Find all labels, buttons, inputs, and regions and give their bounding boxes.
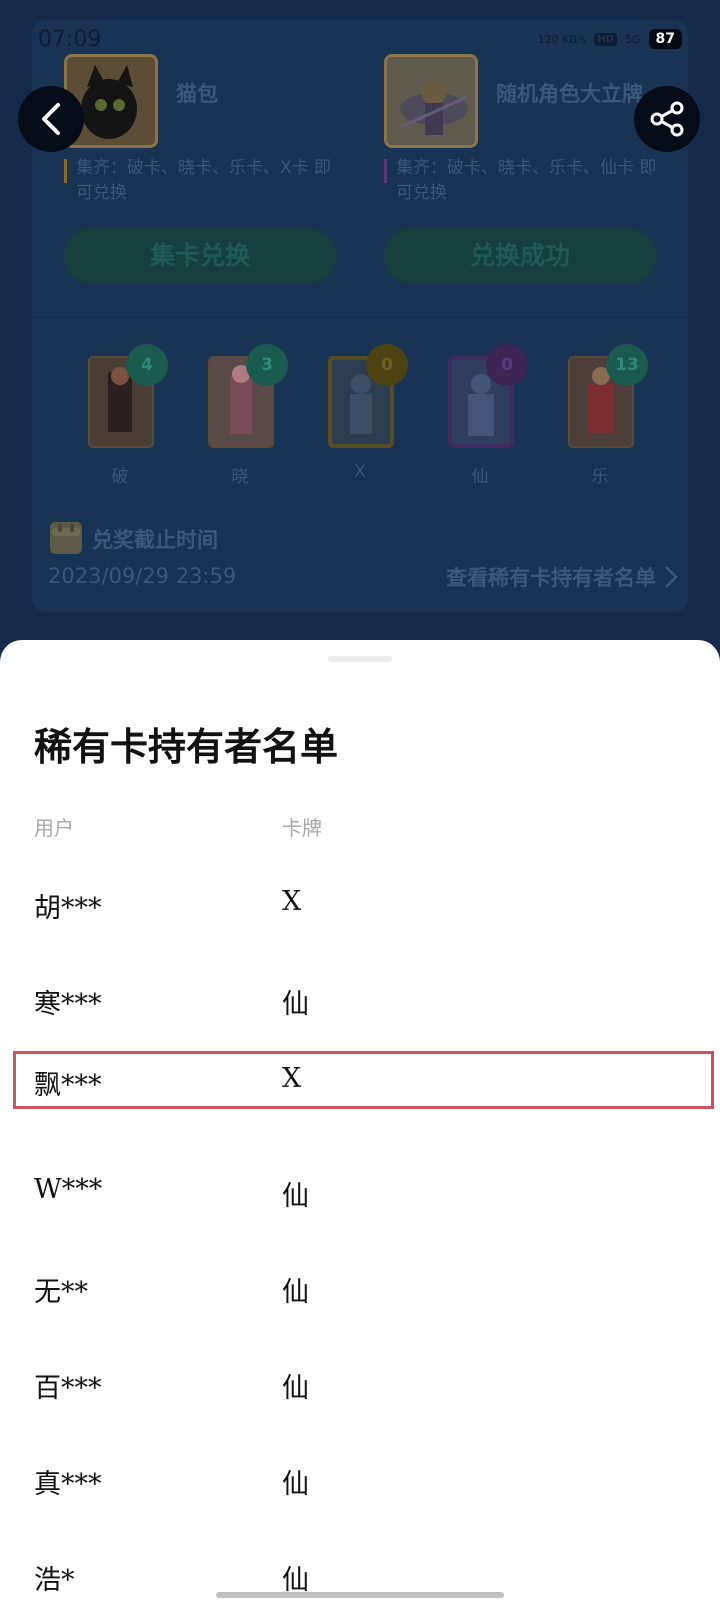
- card-count-badge: 13: [606, 344, 648, 386]
- column-header-card: 卡牌: [282, 816, 322, 840]
- sheet-drag-handle[interactable]: [328, 656, 392, 662]
- table-row: 浩* 仙: [0, 1528, 720, 1600]
- prize-card-standee: 随机角色大立牌 集齐：破卡、晓卡、乐卡、仙卡 即可兑换 兑换成功: [360, 40, 676, 304]
- holder-card: 仙: [282, 989, 309, 1020]
- table-row: 无** 仙: [0, 1240, 720, 1336]
- view-holders-link[interactable]: 查看稀有卡持有者名单: [446, 562, 678, 592]
- card-count-badge: 0: [366, 344, 408, 386]
- table-row: 寒*** 仙: [0, 952, 720, 1048]
- home-indicator[interactable]: [216, 1592, 504, 1598]
- card-label: 仙: [471, 467, 489, 487]
- back-button[interactable]: [18, 86, 84, 152]
- prize-requirement: 集齐：破卡、晓卡、乐卡、X卡 即可兑换: [64, 156, 344, 206]
- holder-user: 寒***: [34, 989, 102, 1020]
- card-count-badge: 4: [126, 344, 168, 386]
- card-x[interactable]: 0 X: [300, 344, 420, 494]
- holder-card: 仙: [282, 1373, 309, 1404]
- prize-thumbnail: [384, 54, 478, 148]
- prize-requirement: 集齐：破卡、晓卡、乐卡、仙卡 即可兑换: [384, 156, 664, 206]
- card-label: 乐: [591, 467, 609, 487]
- sheet-title: 稀有卡持有者名单: [34, 724, 339, 769]
- chevron-right-icon: [665, 566, 678, 588]
- holder-card: 仙: [282, 1469, 309, 1500]
- holder-user: 真***: [34, 1469, 102, 1500]
- table-row: 真*** 仙: [0, 1432, 720, 1528]
- holder-card: 仙: [282, 1277, 309, 1308]
- share-button[interactable]: [634, 86, 700, 152]
- share-icon: [650, 101, 684, 137]
- deadline-label: 兑奖截止时间: [92, 528, 218, 552]
- holder-user: 胡***: [34, 893, 102, 924]
- card-xiao[interactable]: 3 晓: [180, 344, 300, 494]
- prize-name: 猫包: [176, 82, 218, 106]
- holder-user: W***: [34, 1174, 103, 1205]
- card-xian[interactable]: 0 仙: [420, 344, 540, 494]
- column-header-user: 用户: [34, 816, 74, 840]
- card-count-badge: 3: [246, 344, 288, 386]
- card-label: X: [354, 462, 366, 482]
- exchange-success-button[interactable]: 兑换成功: [384, 228, 656, 284]
- table-row: 胡*** X: [0, 856, 720, 952]
- holder-user: 百***: [34, 1373, 102, 1404]
- table-row: 百*** 仙: [0, 1336, 720, 1432]
- holders-bottom-sheet: 稀有卡持有者名单 用户 卡牌 胡*** X 寒*** 仙 飘*** X W***…: [0, 640, 720, 1600]
- card-label: 晓: [231, 467, 249, 487]
- card-label: 破: [111, 467, 129, 487]
- view-holders-label: 查看稀有卡持有者名单: [446, 566, 656, 590]
- holder-card: X: [282, 1063, 302, 1094]
- holder-card: 仙: [282, 1181, 309, 1212]
- prize-card-cat-bag: 猫包 集齐：破卡、晓卡、乐卡、X卡 即可兑换 集卡兑换: [40, 40, 356, 304]
- table-row: W*** 仙: [0, 1144, 720, 1240]
- cards-row: 4 破 3 晓 0 X 0 仙 13 乐: [60, 344, 660, 494]
- collect-exchange-button[interactable]: 集卡兑换: [64, 228, 336, 284]
- holder-user: 无**: [34, 1277, 88, 1308]
- deadline-date: 2023/09/29 23:59: [48, 564, 237, 588]
- holder-card: X: [282, 886, 302, 917]
- card-po[interactable]: 4 破: [60, 344, 180, 494]
- holder-user: 飘***: [34, 1070, 102, 1101]
- table-row-highlighted: 飘*** X: [0, 1048, 720, 1144]
- holder-user: 浩*: [34, 1565, 75, 1596]
- section-divider: [32, 316, 688, 318]
- calendar-icon: [50, 522, 82, 554]
- card-le[interactable]: 13 乐: [540, 344, 660, 494]
- card-count-badge: 0: [486, 344, 528, 386]
- chevron-left-icon: [42, 103, 60, 135]
- holders-list: 胡*** X 寒*** 仙 飘*** X W*** 仙 无** 仙 百*** 仙…: [0, 856, 720, 1600]
